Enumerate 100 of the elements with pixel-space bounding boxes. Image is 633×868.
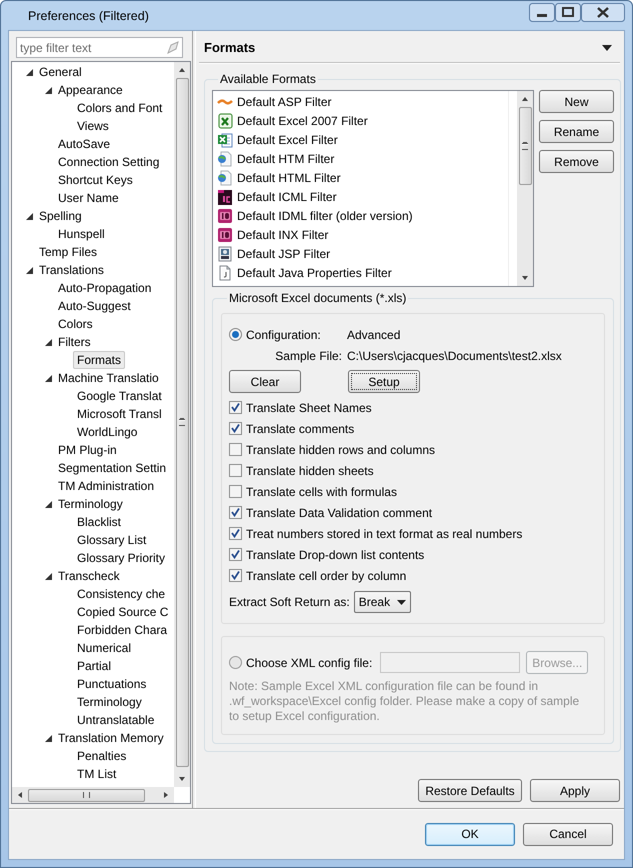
tree-item[interactable]: Punctuations xyxy=(73,675,150,693)
tree-item[interactable]: Untranslatable xyxy=(73,711,158,729)
checkbox[interactable] xyxy=(229,422,242,435)
checkbox-label[interactable]: Translate comments xyxy=(246,422,354,436)
tree-item[interactable]: Auto-Propagation xyxy=(54,279,156,297)
close-icon[interactable] xyxy=(581,3,625,22)
checkbox-label[interactable]: Translate Drop-down list contents xyxy=(246,548,424,562)
checkbox[interactable] xyxy=(229,569,242,582)
format-button[interactable]: Rename xyxy=(539,120,614,143)
list-item[interactable]: Default Excel Filter xyxy=(237,132,338,146)
dropdown-icon[interactable] xyxy=(602,44,612,50)
tree-item[interactable]: Formats xyxy=(73,351,126,369)
checkbox[interactable] xyxy=(229,464,242,477)
tree-item[interactable]: Terminology xyxy=(73,693,146,711)
expanded-arrow-icon[interactable] xyxy=(45,374,52,382)
scrollbar[interactable] xyxy=(517,91,533,286)
expanded-arrow-icon[interactable] xyxy=(45,500,52,508)
checkbox[interactable] xyxy=(229,401,242,414)
spreadsheet-icon xyxy=(217,112,233,128)
scrollbar[interactable] xyxy=(12,787,174,803)
scrollbar[interactable] xyxy=(174,62,190,787)
tree-item[interactable]: Glossary List xyxy=(73,531,150,549)
tree-item[interactable]: Partial xyxy=(73,657,116,675)
list-item[interactable]: Default HTML Filter xyxy=(237,170,341,184)
tree-item[interactable]: Transcheck xyxy=(54,567,124,585)
list-item[interactable]: Default HTM Filter xyxy=(237,152,334,166)
tree-item[interactable]: PM Plug-in xyxy=(54,441,121,459)
page-button[interactable]: Restore Defaults xyxy=(418,779,522,802)
tree-item[interactable]: Translation Memory xyxy=(54,729,168,747)
tree-item[interactable]: Terminology xyxy=(54,495,127,513)
expanded-arrow-icon[interactable] xyxy=(26,68,33,76)
tree-item[interactable]: Filters xyxy=(54,333,95,351)
config-button[interactable]: Setup xyxy=(348,370,420,393)
tree-item[interactable]: Connection Setting xyxy=(54,153,164,171)
checkbox-label[interactable]: Translate Data Validation comment xyxy=(246,506,432,520)
checkbox-label[interactable]: Translate hidden sheets xyxy=(246,464,374,478)
expanded-arrow-icon[interactable] xyxy=(45,734,52,742)
tree-item[interactable]: Penalties xyxy=(73,747,130,765)
list-item[interactable]: Default ASP Filter xyxy=(237,94,332,108)
tree-item[interactable]: Forbidden Chara xyxy=(73,621,172,639)
tree-item[interactable]: Colors and Font xyxy=(73,99,166,117)
checkbox[interactable] xyxy=(229,527,242,540)
list-item[interactable]: Default Excel 2007 Filter xyxy=(237,114,368,128)
tree-item[interactable]: Auto-Suggest xyxy=(54,297,135,315)
soft-return-dropdown[interactable]: Break xyxy=(354,591,411,613)
checkbox-label[interactable]: Translate cell order by column xyxy=(246,568,406,582)
radio-button[interactable] xyxy=(229,328,242,341)
tree-item[interactable]: Google Translat xyxy=(73,387,166,405)
checkbox[interactable] xyxy=(229,506,242,519)
expanded-arrow-icon[interactable] xyxy=(45,86,52,94)
tree-item[interactable]: TM Administration xyxy=(54,477,158,495)
format-button[interactable]: Remove xyxy=(539,150,614,173)
tree-item[interactable]: AutoSave xyxy=(54,135,114,153)
checkbox-label[interactable]: Translate hidden rows and columns xyxy=(246,442,435,456)
tree-item[interactable]: Numerical xyxy=(73,639,136,657)
checkbox-label[interactable]: Translate cells with formulas xyxy=(246,484,397,498)
tree-item[interactable]: Views xyxy=(73,117,113,135)
tree-item[interactable]: Hunspell xyxy=(54,225,109,243)
tree-item[interactable]: Translations xyxy=(35,261,108,279)
tree-item[interactable]: Glossary Priority xyxy=(73,549,170,567)
tree-item[interactable]: Blacklist xyxy=(73,513,126,531)
filter-field[interactable]: type filter text xyxy=(16,37,183,58)
caret-icon[interactable] xyxy=(396,600,406,604)
checkbox[interactable] xyxy=(229,443,242,456)
checkbox-label[interactable]: Treat numbers stored in text format as real numbers xyxy=(246,526,522,540)
format-button[interactable]: New xyxy=(539,90,614,113)
tree-item[interactable]: Microsoft Transl xyxy=(73,405,166,423)
page-button[interactable]: Apply xyxy=(530,779,620,802)
tree-item[interactable]: Temp Files xyxy=(35,243,102,261)
radio-label[interactable]: Configuration: xyxy=(246,328,321,342)
list-item[interactable]: Default JSP Filter xyxy=(237,246,330,260)
checkbox-label[interactable]: Translate Sheet Names xyxy=(246,400,372,414)
tree-item[interactable]: Spelling xyxy=(35,207,86,225)
checkbox[interactable] xyxy=(229,548,242,561)
minimize-icon[interactable] xyxy=(529,3,555,22)
list-item[interactable]: Default IDML filter (older version) xyxy=(237,208,413,222)
expanded-arrow-icon[interactable] xyxy=(26,212,33,220)
tree-item[interactable]: User Name xyxy=(54,189,123,207)
tree-item[interactable]: Segmentation Settin xyxy=(54,459,170,477)
tree-item[interactable]: General xyxy=(35,63,86,81)
tree-item[interactable]: Copied Source C xyxy=(73,603,172,621)
tree-item[interactable]: Appearance xyxy=(54,81,127,99)
dialog-button[interactable]: Cancel xyxy=(523,822,613,846)
tree-item[interactable]: WorldLingo xyxy=(73,423,142,441)
expanded-arrow-icon[interactable] xyxy=(45,338,52,346)
list-item[interactable]: Default INX Filter xyxy=(237,228,328,242)
tree-item[interactable]: Consistency che xyxy=(73,585,170,603)
dialog-button[interactable]: OK xyxy=(425,822,515,846)
tree-item[interactable]: Colors xyxy=(54,315,97,333)
tree-item[interactable]: Machine Translatio xyxy=(54,369,163,387)
list-item[interactable]: Default Java Properties Filter xyxy=(237,266,392,280)
expanded-arrow-icon[interactable] xyxy=(45,572,52,580)
tree-item[interactable]: TM List xyxy=(73,765,120,783)
config-button[interactable]: Clear xyxy=(229,370,301,393)
tree-item[interactable]: Shortcut Keys xyxy=(54,171,137,189)
list-item[interactable]: Default ICML Filter xyxy=(237,190,337,204)
expanded-arrow-icon[interactable] xyxy=(26,266,33,274)
format-list[interactable] xyxy=(212,90,534,287)
maximize-icon[interactable] xyxy=(555,3,581,22)
checkbox[interactable] xyxy=(229,485,242,498)
